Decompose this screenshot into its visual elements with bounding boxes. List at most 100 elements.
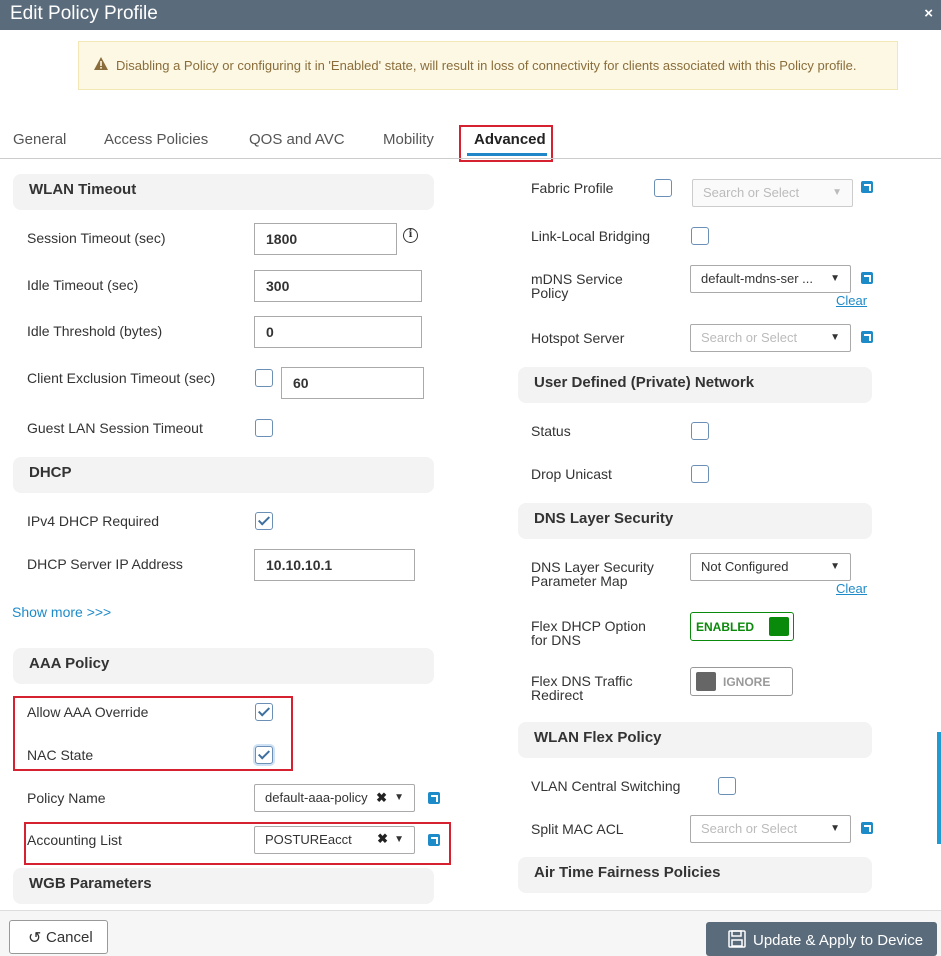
idle-threshold-input[interactable]: 0 (254, 316, 422, 348)
dns-param-map-value: Not Configured (701, 559, 789, 574)
hotspot-server-placeholder: Search or Select (701, 330, 798, 345)
section-heading: Air Time Fairness Policies (534, 864, 721, 881)
external-link-icon[interactable] (861, 822, 873, 834)
toggle-knob (769, 617, 789, 636)
clear-x-icon[interactable]: ✖ (377, 831, 388, 847)
allow-aaa-override-label: Allow AAA Override (27, 704, 149, 720)
flex-dns-label-line1: Flex DNS Traffic (531, 673, 633, 689)
dns-param-map-select[interactable]: Not Configured ▼ (690, 553, 851, 581)
flex-dhcp-toggle[interactable]: ENABLED (690, 612, 794, 641)
guest-lan-checkbox[interactable] (255, 419, 273, 437)
fabric-profile-label: Fabric Profile (531, 180, 614, 196)
mdns-policy-label-line2: Policy (531, 285, 569, 301)
dhcp-server-ip-input[interactable]: 10.10.10.1 (254, 549, 415, 581)
flex-dns-label-line2: Redirect (531, 687, 584, 703)
accounting-list-select[interactable]: POSTUREacct ✖ ▼ (254, 826, 415, 854)
fabric-profile-select[interactable]: Search or Select ▼ (692, 179, 853, 207)
section-wlan-flex-policy: WLAN Flex Policy (518, 722, 872, 758)
mdns-policy-value: default-mdns-ser ... (701, 271, 813, 286)
dns-clear-link[interactable]: Clear (836, 581, 867, 596)
chevron-down-icon: ▼ (830, 561, 840, 572)
tab-mobility[interactable]: Mobility (383, 131, 434, 148)
info-icon[interactable]: i (403, 228, 418, 243)
section-wgb-parameters: WGB Parameters (13, 868, 434, 904)
vlan-central-switching-label: VLAN Central Switching (531, 778, 681, 794)
tab-qos-and-avc[interactable]: QOS and AVC (249, 131, 345, 148)
external-link-icon[interactable] (861, 181, 873, 193)
section-heading: DHCP (29, 464, 72, 481)
client-exclusion-input[interactable]: 60 (281, 367, 424, 399)
flex-dhcp-label-line2: for DNS (531, 632, 581, 648)
vlan-central-switching-checkbox[interactable] (718, 777, 736, 795)
link-local-bridging-checkbox[interactable] (691, 227, 709, 245)
chevron-down-icon: ▼ (832, 187, 842, 198)
external-link-icon[interactable] (428, 792, 440, 804)
accounting-list-value: POSTUREacct (265, 832, 352, 847)
idle-timeout-label: Idle Timeout (sec) (27, 277, 139, 293)
client-exclusion-label: Client Exclusion Timeout (sec) (27, 370, 216, 386)
external-link-icon[interactable] (861, 331, 873, 343)
hotspot-server-label: Hotspot Server (531, 330, 625, 346)
accounting-list-label: Accounting List (27, 832, 122, 848)
dhcp-server-ip-label: DHCP Server IP Address (27, 556, 183, 572)
save-icon (728, 930, 746, 948)
chevron-down-icon: ▼ (394, 792, 404, 803)
external-link-icon[interactable] (428, 834, 440, 846)
link-local-bridging-label: Link-Local Bridging (531, 228, 651, 244)
session-timeout-label: Session Timeout (sec) (27, 230, 166, 246)
warning-alert: Disabling a Policy or configuring it in … (78, 41, 898, 90)
idle-threshold-label: Idle Threshold (bytes) (27, 323, 163, 339)
dialog-titlebar: Edit Policy Profile × (0, 0, 941, 30)
cancel-button-label: Cancel (46, 929, 93, 946)
cancel-button[interactable]: ↺ Cancel (9, 920, 108, 954)
section-heading: User Defined (Private) Network (534, 374, 755, 391)
fabric-profile-checkbox[interactable] (654, 179, 672, 197)
guest-lan-label: Guest LAN Session Timeout (27, 420, 203, 436)
policy-name-select[interactable]: default-aaa-policy ✖ ▼ (254, 784, 415, 812)
scrollbar-thumb[interactable] (937, 732, 941, 844)
update-apply-button[interactable]: Update & Apply to Device (706, 922, 937, 956)
session-timeout-input[interactable]: 1800 (254, 223, 397, 255)
tab-access-policies[interactable]: Access Policies (104, 131, 208, 148)
section-aaa-policy: AAA Policy (13, 648, 434, 684)
external-link-icon[interactable] (861, 272, 873, 284)
nac-state-label: NAC State (27, 747, 94, 763)
ipv4-dhcp-required-checkbox[interactable] (255, 512, 273, 530)
dns-param-map-label-line1: DNS Layer Security (531, 559, 654, 575)
split-mac-acl-placeholder: Search or Select (701, 821, 798, 836)
udn-status-checkbox[interactable] (691, 422, 709, 440)
update-apply-button-label: Update & Apply to Device (753, 932, 924, 949)
section-heading: DNS Layer Security (534, 510, 674, 527)
clear-x-icon[interactable]: ✖ (374, 790, 387, 806)
section-wlan-timeout: WLAN Timeout (13, 174, 434, 210)
toggle-state-label: ENABLED (696, 620, 755, 634)
client-exclusion-checkbox[interactable] (255, 369, 273, 387)
section-user-defined-network: User Defined (Private) Network (518, 367, 872, 403)
idle-timeout-input[interactable]: 300 (254, 270, 422, 302)
alert-message: Disabling a Policy or configuring it in … (116, 58, 857, 73)
split-mac-acl-label: Split MAC ACL (531, 821, 624, 837)
fabric-profile-placeholder: Search or Select (703, 185, 800, 200)
close-icon[interactable]: × (924, 5, 933, 22)
section-dhcp: DHCP (13, 457, 434, 493)
show-more-link[interactable]: Show more >>> (12, 604, 111, 620)
mdns-clear-link[interactable]: Clear (836, 293, 867, 308)
section-heading: WLAN Timeout (29, 181, 137, 198)
split-mac-acl-select[interactable]: Search or Select ▼ (690, 815, 851, 843)
drop-unicast-checkbox[interactable] (691, 465, 709, 483)
allow-aaa-override-checkbox[interactable] (255, 703, 273, 721)
nac-state-checkbox[interactable] (255, 746, 273, 764)
toggle-state-label: IGNORE (723, 675, 771, 689)
toggle-knob (696, 672, 716, 691)
undo-icon: ↺ (28, 930, 42, 947)
policy-name-label: Policy Name (27, 790, 106, 806)
hotspot-server-select[interactable]: Search or Select ▼ (690, 324, 851, 352)
tab-general[interactable]: General (13, 131, 66, 148)
dns-param-map-label-line2: Parameter Map (531, 573, 628, 589)
dialog-title: Edit Policy Profile (10, 3, 158, 24)
section-air-time-fairness: Air Time Fairness Policies (518, 857, 872, 893)
policy-name-value: default-aaa-policy (265, 790, 368, 805)
warning-icon (94, 57, 108, 70)
flex-dns-toggle[interactable]: IGNORE (690, 667, 793, 696)
mdns-policy-select[interactable]: default-mdns-ser ... ▼ (690, 265, 851, 293)
